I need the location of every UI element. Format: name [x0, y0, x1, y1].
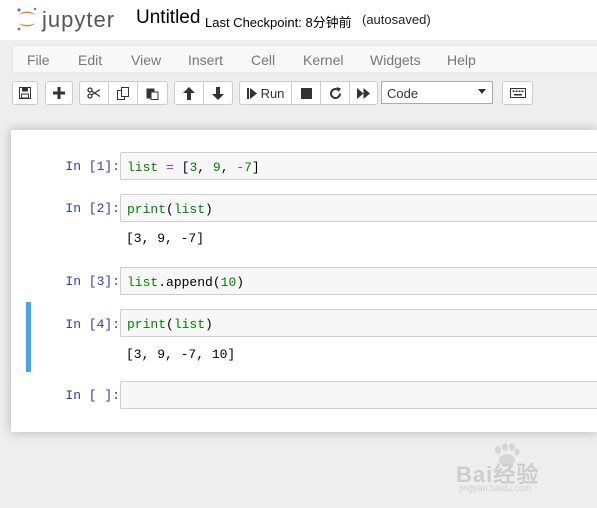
code-cell[interactable]: In [ ]: — [26, 380, 597, 412]
interrupt-button[interactable] — [291, 81, 321, 105]
menu-bar: File Edit View Insert Cell Kernel Widget… — [12, 45, 597, 73]
jupyter-logo-icon — [17, 7, 37, 31]
step-forward-icon — [246, 87, 257, 99]
copy-icon — [116, 86, 129, 100]
menu-file[interactable]: File — [27, 52, 50, 68]
autosave-status: (autosaved) — [362, 12, 431, 27]
stop-icon — [300, 87, 312, 99]
cell-prompt: In [4]: — [65, 317, 120, 332]
cut-button[interactable] — [79, 81, 109, 105]
cell-prompt: In [1]: — [65, 159, 120, 174]
code-cell[interactable]: In [3]: list.append(10) — [26, 266, 597, 298]
chevron-down-icon — [478, 89, 486, 94]
arrow-up-icon — [183, 86, 195, 100]
copy-button[interactable] — [108, 81, 138, 105]
notebook-title[interactable]: Untitled — [136, 7, 200, 29]
arrow-down-icon — [212, 86, 224, 100]
paste-icon — [146, 88, 159, 100]
jupyter-logo[interactable]: jupyter — [15, 6, 127, 32]
code-cell-selected[interactable]: In [4]: print(list) [3, 9, -7, 10] — [26, 302, 597, 372]
cell-input[interactable] — [120, 381, 597, 409]
run-button[interactable]: Run — [239, 81, 292, 105]
cell-output: [3, 9, -7] — [126, 231, 205, 246]
menu-help[interactable]: Help — [447, 52, 476, 68]
cell-input[interactable]: print(list) — [120, 194, 597, 222]
cell-input[interactable]: list = [3, 9, -7] — [120, 152, 597, 180]
menu-cell[interactable]: Cell — [251, 52, 275, 68]
plus-icon — [53, 87, 65, 99]
menu-kernel[interactable]: Kernel — [303, 52, 343, 68]
notebook-container: In [1]: list = [3, 9, -7] In [2]: print(… — [11, 130, 597, 432]
run-label: Run — [260, 85, 285, 101]
menu-insert[interactable]: Insert — [188, 52, 223, 68]
restart-run-all-button[interactable] — [349, 81, 378, 105]
menu-view[interactable]: View — [131, 52, 161, 68]
command-palette-button[interactable] — [502, 81, 533, 105]
move-up-button[interactable] — [174, 81, 204, 105]
logo-text: jupyter — [42, 7, 116, 32]
cell-type-select[interactable]: Code — [381, 81, 493, 104]
fast-forward-icon — [357, 87, 370, 99]
cell-prompt: In [3]: — [65, 274, 120, 289]
code-cell[interactable]: In [2]: print(list) [3, 9, -7] — [26, 193, 597, 255]
save-button[interactable] — [12, 81, 38, 105]
cell-output: [3, 9, -7, 10] — [126, 347, 236, 362]
menu-widgets[interactable]: Widgets — [370, 52, 421, 68]
floppy-disk-icon — [19, 87, 31, 99]
checkpoint-status: Last Checkpoint: 8分钟前 — [205, 15, 352, 30]
cell-input[interactable]: print(list) — [120, 309, 597, 337]
baidu-watermark: Bai经验 jingyan.baidu.com — [456, 443, 586, 495]
restart-icon — [329, 86, 341, 99]
cell-input[interactable]: list.append(10) — [120, 267, 597, 295]
keyboard-icon — [509, 88, 526, 98]
cell-prompt: In [2]: — [65, 201, 120, 216]
toolbar: Run — [0, 78, 597, 108]
move-down-button[interactable] — [203, 81, 233, 105]
code-cell[interactable]: In [1]: list = [3, 9, -7] — [26, 151, 597, 183]
header: jupyter Untitled Last Checkpoint: 8分钟前 (… — [0, 0, 597, 40]
paste-button[interactable] — [137, 81, 168, 105]
restart-button[interactable] — [320, 81, 350, 105]
cell-prompt: In [ ]: — [65, 388, 120, 403]
cell-type-value: Code — [387, 86, 419, 101]
menu-edit[interactable]: Edit — [78, 52, 102, 68]
watermark-url: jingyan.baidu.com — [459, 483, 532, 493]
insert-cell-button[interactable] — [45, 81, 73, 105]
scissors-icon — [87, 87, 101, 99]
